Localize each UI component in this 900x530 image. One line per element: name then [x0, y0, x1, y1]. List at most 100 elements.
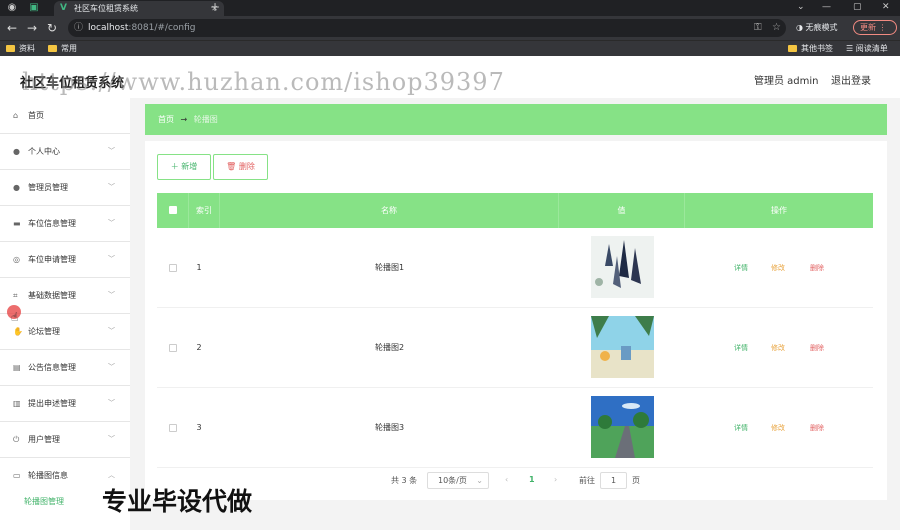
edit-link[interactable]: 修改 [771, 228, 785, 308]
edit-link[interactable]: 修改 [771, 308, 785, 388]
watermark-text: https://www.huzhan.com/ishop39397 [22, 68, 505, 96]
browser-tab-title: 社区车位租赁系统 [74, 4, 138, 13]
chevron-down-icon: ﹀ [108, 363, 115, 371]
carousel-image-3 [591, 396, 654, 458]
maximize-button[interactable]: ▢ [853, 0, 862, 15]
sidebar-item-users[interactable]: ⏻ 用户管理 ﹀ [0, 422, 130, 458]
incognito-icon: ◑ [796, 23, 803, 32]
incognito-indicator[interactable]: ◑ 无痕模式 [796, 21, 838, 35]
chevron-down-icon: ⌄ [476, 476, 483, 485]
clipboard-icon: ▥ [13, 399, 21, 408]
browser-globe-icon[interactable]: ◉ [6, 2, 18, 14]
select-all-checkbox[interactable] [169, 206, 177, 214]
bookmark-folder-2[interactable]: 常用 [48, 43, 77, 55]
folder-icon [6, 45, 15, 52]
back-icon[interactable]: ← [7, 21, 17, 35]
view-link[interactable]: 详情 [734, 308, 748, 388]
add-button[interactable]: ＋ 新增 [157, 154, 211, 180]
chevron-down-icon: ﹀ [108, 399, 115, 407]
folder-icon [788, 45, 797, 52]
breadcrumb-home[interactable]: 首页 [158, 115, 174, 124]
breadcrumb-current: 轮播图 [193, 115, 218, 124]
view-link[interactable]: 详情 [734, 388, 748, 468]
site-info-icon[interactable]: ⓘ [74, 19, 83, 37]
bookmark-label: 资料 [19, 44, 35, 53]
tab-search-icon[interactable]: ⌄ [797, 0, 805, 15]
bookmark-star-icon[interactable]: ☆ [772, 19, 781, 37]
edit-link[interactable]: 修改 [771, 388, 785, 468]
sidebar-item-label: 基础数据管理 [28, 291, 76, 300]
url-field[interactable]: ⓘ localhost:8081/#/config ⚿ ☆ [68, 19, 786, 37]
new-tab-button[interactable]: + [210, 0, 220, 15]
hand-icon: ✋ [13, 327, 23, 336]
update-button[interactable]: 更新 ⋮ [853, 20, 897, 35]
page-size-select[interactable]: 10条/页 ⌄ [427, 472, 489, 489]
close-window-button[interactable]: ✕ [882, 0, 890, 15]
row-checkbox[interactable] [169, 264, 177, 272]
next-page-button[interactable]: › [554, 475, 557, 484]
reading-list[interactable]: ☰ 阅读清单 [846, 43, 888, 55]
reload-icon[interactable]: ↻ [47, 21, 57, 35]
vue-logo-icon: V [60, 3, 67, 13]
bookmark-folder-1[interactable]: 资料 [6, 43, 35, 55]
row-name: 轮播图3 [374, 423, 405, 432]
home-icon: ⌂ [13, 111, 19, 120]
delete-link[interactable]: 删除 [810, 308, 824, 388]
sidebar-item-label: 用户管理 [28, 435, 60, 444]
sidebar-item-notices[interactable]: ▤ 公告信息管理 ﹀ [0, 350, 130, 386]
sidebar-item-home[interactable]: ⌂ 首页 [0, 98, 130, 134]
page-number-current[interactable]: 1 [529, 475, 535, 484]
chevron-down-icon: ﹀ [108, 255, 115, 263]
plus-icon: ＋ [170, 162, 179, 171]
trash-icon: 🗑 [226, 162, 237, 171]
sidebar-item-applications[interactable]: ◎ 车位申请管理 ﹀ [0, 242, 130, 278]
minimize-button[interactable]: — [822, 0, 831, 15]
delete-link[interactable]: 删除 [810, 228, 824, 308]
crop-icon: ⌗ [13, 291, 18, 300]
pagination: 共 3 条 10条/页 ⌄ ‹ 1 › 前往 1 页 [145, 472, 887, 492]
reading-list-icon: ☰ [846, 44, 856, 53]
promo-overlay-text: 专业毕设代做 [102, 487, 253, 516]
bookmark-label: 常用 [61, 44, 77, 53]
compass-icon: ◎ [13, 255, 20, 264]
sidebar-item-spaces[interactable]: ▬ 车位信息管理 ﹀ [0, 206, 130, 242]
row-name: 轮播图2 [374, 343, 405, 352]
browser-tab[interactable]: V 社区车位租赁系统 ✕ [54, 1, 224, 16]
row-checkbox[interactable] [169, 424, 177, 432]
arrow-right-icon: → [180, 115, 188, 124]
table-row: 3 轮播图3 详情 修改 删除 [157, 388, 873, 468]
carousel-image-2 [591, 316, 654, 378]
table-header: 索引 名称 值 操作 [157, 193, 873, 228]
url-path: :8081/#/config [128, 23, 196, 33]
prev-page-button[interactable]: ‹ [505, 475, 508, 484]
logout-link[interactable]: 退出登录 [831, 72, 871, 87]
sidebar-item-label: 公告信息管理 [28, 363, 76, 372]
row-index: 2 [196, 343, 202, 352]
browser-address-bar: ← → ↻ ⓘ localhost:8081/#/config ⚿ ☆ ◑ 无痕… [0, 16, 900, 40]
sidebar-item-appeals[interactable]: ▥ 提出申述管理 ﹀ [0, 386, 130, 422]
goto-label: 前往 [579, 476, 595, 485]
key-icon[interactable]: ⚿ [754, 19, 762, 37]
chevron-up-icon: ︿ [108, 471, 115, 479]
chevron-down-icon: ﹀ [108, 327, 115, 335]
delete-link[interactable]: 删除 [810, 388, 824, 468]
sidebar-item-forum[interactable]: ✋ 论坛管理 ﹀ [0, 314, 130, 350]
hand-cursor-icon: ☝ [11, 310, 19, 324]
view-link[interactable]: 详情 [734, 228, 748, 308]
pagination-total: 共 3 条 [391, 476, 418, 485]
user-icon: ● [13, 147, 20, 156]
incognito-label: 无痕模式 [805, 23, 838, 32]
row-checkbox[interactable] [169, 344, 177, 352]
sidebar-item-admins[interactable]: ● 管理员管理 ﹀ [0, 170, 130, 206]
other-bookmarks[interactable]: 其他书签 [788, 43, 833, 55]
chat-icon: ▭ [13, 471, 21, 480]
tab-group-icon[interactable]: ▣ [28, 2, 40, 14]
delete-button[interactable]: 🗑 删除 [213, 154, 268, 180]
goto-page-input[interactable]: 1 [600, 472, 627, 489]
sidebar-item-profile[interactable]: ● 个人中心 ﹀ [0, 134, 130, 170]
forward-icon[interactable]: → [27, 21, 37, 35]
column-header-index: 索引 [189, 193, 220, 228]
carousel-image-1 [591, 236, 654, 298]
column-header-value: 值 [559, 193, 685, 228]
sidebar-item-label: 轮播图信息 [28, 471, 68, 480]
